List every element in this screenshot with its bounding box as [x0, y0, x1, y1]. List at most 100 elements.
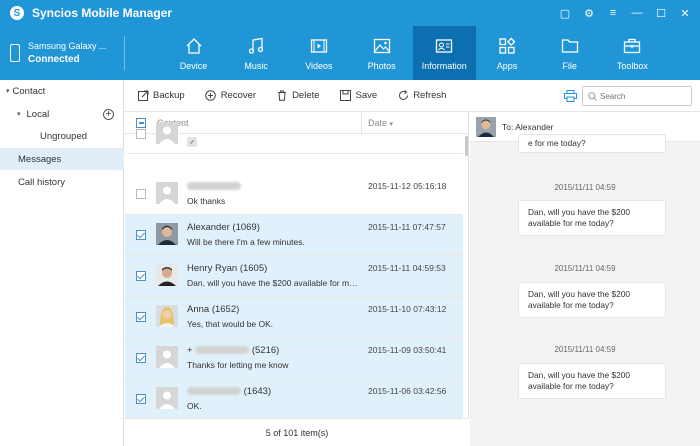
- nav-tab-label: Device: [179, 60, 208, 71]
- backup-button[interactable]: Backup: [137, 90, 185, 102]
- nav-tab-label: Videos: [305, 60, 333, 71]
- sidebar-item-label: Call history: [18, 176, 65, 188]
- contact-name: Anna: [187, 304, 210, 315]
- save-label: Save: [355, 90, 378, 101]
- phone-icon: [10, 44, 20, 62]
- attachment-icon: [187, 137, 359, 149]
- sidebar-item-messages[interactable]: Messages: [0, 148, 124, 170]
- row-title: [187, 181, 241, 192]
- row-checkbox[interactable]: [136, 271, 146, 281]
- sidebar-item-contact[interactable]: ▾ Contact: [0, 80, 124, 102]
- feedback-icon[interactable]: ▢: [558, 6, 572, 20]
- contact-avatar: [156, 346, 178, 368]
- nav-tab-label: Information: [421, 60, 467, 71]
- message-bubble: Dan, will you have the $200 available fo…: [518, 282, 666, 318]
- nav-tab-music[interactable]: Music: [225, 26, 288, 80]
- table-row[interactable]: (1643) OK. 2015-11-06 03:42:56: [125, 379, 463, 418]
- row-checkbox[interactable]: [136, 312, 146, 322]
- device-status: Connected: [28, 54, 80, 65]
- refresh-button[interactable]: Refresh: [397, 90, 446, 102]
- sidebar-item-local[interactable]: ▾ Local +: [0, 103, 124, 125]
- device-name: Samsung Galaxy ...: [28, 41, 107, 51]
- message-snippet: Ok thanks: [187, 196, 226, 206]
- search-box[interactable]: [582, 86, 692, 106]
- nav-tab-photos[interactable]: Photos: [350, 26, 413, 80]
- sidebar-item-label: Messages: [18, 153, 62, 165]
- search-input[interactable]: [600, 91, 688, 101]
- video-icon: [309, 36, 329, 56]
- window-controls: ▢ ⚙ ≡ — ☐ ✕: [558, 0, 692, 26]
- message-count: (1605): [239, 263, 268, 274]
- contact-avatar: [476, 116, 496, 137]
- delete-button[interactable]: Delete: [276, 90, 320, 102]
- nav-tab-videos[interactable]: Videos: [287, 26, 350, 80]
- table-row[interactable]: Ok thanks 2015-11-12 05:16:18: [125, 174, 463, 215]
- add-group-icon[interactable]: +: [103, 108, 114, 120]
- message-snippet: Dan, will you have the $200 available fo…: [187, 278, 359, 288]
- minimize-icon[interactable]: —: [630, 6, 644, 20]
- recover-label: Recover: [220, 90, 257, 101]
- contact-name: Alexander: [187, 222, 230, 233]
- message-count: (1069): [232, 222, 260, 233]
- save-button[interactable]: Save: [340, 90, 378, 102]
- export-icon: [137, 90, 149, 102]
- status-bar: 5 of 101 item(s): [125, 418, 469, 446]
- toolbox-icon: [622, 36, 642, 56]
- conversation-scrollbar[interactable]: [694, 148, 698, 446]
- folder-icon: [560, 36, 580, 56]
- plus-circle-icon: [205, 90, 217, 102]
- nav-tab-label: Toolbox: [616, 60, 648, 71]
- list-scrollbar[interactable]: [465, 136, 468, 156]
- contact-name: Henry Ryan: [187, 263, 238, 274]
- home-icon: [184, 36, 204, 56]
- table-row[interactable]: + (5216) Thanks for letting me know 2015-1…: [125, 338, 463, 379]
- message-date: 2015-11-11 04:59:53: [368, 263, 446, 273]
- close-icon[interactable]: ✕: [678, 6, 692, 20]
- row-checkbox[interactable]: [136, 129, 146, 139]
- sidebar-item-call-history[interactable]: Call history: [0, 171, 124, 193]
- table-row[interactable]: Alexander (1069) Will be there I'm a few …: [125, 215, 463, 256]
- row-checkbox[interactable]: [136, 189, 146, 199]
- message-date: 2015-11-12 05:16:18: [368, 181, 447, 191]
- message-list: Content Date ▾ Ok thanks2015-11-12 05:16…: [125, 112, 469, 418]
- device-info[interactable]: Samsung Galaxy ... Connected: [0, 26, 124, 80]
- sidebar-item-ungrouped[interactable]: Ungrouped: [0, 125, 124, 147]
- redacted-number: [187, 182, 241, 191]
- print-icon[interactable]: [563, 89, 577, 103]
- message-count: (1652): [211, 304, 240, 315]
- delete-label: Delete: [292, 90, 320, 101]
- maximize-icon[interactable]: ☐: [654, 6, 668, 20]
- table-row[interactable]: Anna (1652) Yes, that would be OK. 2015-11…: [125, 297, 463, 338]
- nav-tab-information[interactable]: Information: [412, 26, 476, 80]
- sidebar-item-label: Local: [26, 108, 50, 120]
- search-icon: [588, 91, 597, 101]
- nav-tab-apps[interactable]: Apps: [476, 26, 539, 80]
- row-checkbox[interactable]: [136, 230, 146, 240]
- nav-tab-file[interactable]: File: [538, 26, 601, 80]
- table-row[interactable]: Henry Ryan (1605) Dan, will you have the …: [125, 256, 463, 297]
- gear-icon[interactable]: ⚙: [582, 6, 596, 20]
- message-bubble: e for me today?: [518, 134, 666, 153]
- apps-icon: [497, 36, 517, 56]
- row-title: Alexander (1069): [187, 222, 260, 233]
- navbar-divider: [124, 36, 125, 70]
- message-date: 2015-11-09 03:50:41: [368, 345, 447, 355]
- table-row[interactable]: [125, 116, 463, 154]
- menu-icon[interactable]: ≡: [606, 6, 620, 20]
- row-title: (1643): [187, 386, 271, 397]
- nav-tab-device[interactable]: Device: [162, 26, 225, 80]
- caret-down-icon: ▾: [6, 88, 10, 95]
- row-checkbox[interactable]: [136, 394, 146, 404]
- contact-avatar: [156, 264, 178, 286]
- row-title: Henry Ryan (1605): [187, 263, 267, 274]
- message-snippet: Will be there I'm a few minutes.: [187, 237, 305, 247]
- message-timestamp: 2015/11/11 04:59: [554, 183, 616, 192]
- recover-button[interactable]: Recover: [205, 90, 256, 102]
- contact-name: +: [187, 345, 193, 356]
- row-checkbox[interactable]: [136, 353, 146, 363]
- row-title: Anna (1652): [187, 304, 239, 315]
- app-title: Syncios Mobile Manager: [32, 6, 173, 20]
- nav-tab-toolbox[interactable]: Toolbox: [601, 26, 664, 80]
- contact-avatar: [156, 182, 178, 204]
- message-snippet: Yes, that would be OK.: [187, 319, 274, 329]
